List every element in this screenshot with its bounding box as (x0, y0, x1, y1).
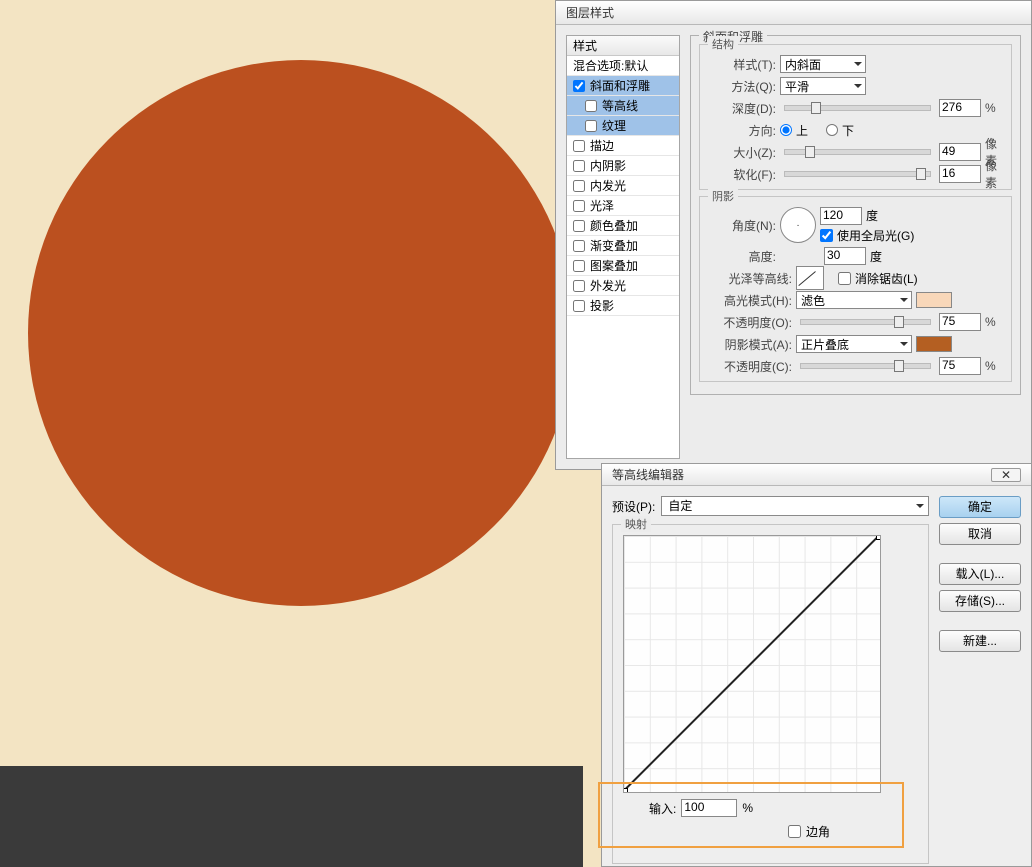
depth-input[interactable]: 276 (939, 99, 981, 117)
contour-editor-dialog: 等高线编辑器 ✕ 预设(P): 自定 映射 输入: 100 % (601, 463, 1032, 867)
outer-glow-row[interactable]: 外发光 (567, 276, 679, 296)
close-icon[interactable]: ✕ (991, 468, 1021, 482)
load-button[interactable]: 载入(L)... (939, 563, 1021, 585)
styles-header: 样式 (567, 36, 679, 56)
satin-row[interactable]: 光泽 (567, 196, 679, 216)
drop-shadow-row[interactable]: 投影 (567, 296, 679, 316)
contour-checkbox[interactable] (585, 100, 597, 112)
size-slider[interactable] (784, 149, 931, 155)
highlight-mode-select[interactable]: 滤色 (796, 291, 912, 309)
technique-select[interactable]: 平滑 (780, 77, 866, 95)
style-select[interactable]: 内斜面 (780, 55, 866, 73)
shadow-mode-label: 阴影模式(A): (706, 336, 792, 353)
gradient-overlay-checkbox[interactable] (573, 240, 585, 252)
status-bar (0, 766, 583, 867)
altitude-label: 高度: (706, 248, 776, 265)
shadow-mode-select[interactable]: 正片叠底 (796, 335, 912, 353)
gradient-overlay-row[interactable]: 渐变叠加 (567, 236, 679, 256)
contour-row[interactable]: 等高线 (567, 96, 679, 116)
shadow-color-swatch[interactable] (916, 336, 952, 352)
bevel-checkbox[interactable] (573, 80, 585, 92)
anti-alias-checkbox[interactable] (838, 272, 851, 285)
bevel-emboss-row[interactable]: 斜面和浮雕 (567, 76, 679, 96)
contour-input-value[interactable]: 100 (681, 799, 737, 817)
structure-label: 结构 (708, 36, 738, 52)
pattern-overlay-checkbox[interactable] (573, 260, 585, 272)
pattern-overlay-row[interactable]: 图案叠加 (567, 256, 679, 276)
shadow-opacity-label: 不透明度(C): (706, 358, 792, 375)
size-label: 大小(Z): (706, 144, 776, 161)
inner-shadow-checkbox[interactable] (573, 160, 585, 172)
stroke-checkbox[interactable] (573, 140, 585, 152)
highlight-opacity-label: 不透明度(O): (706, 314, 792, 331)
global-light-checkbox[interactable] (820, 229, 833, 242)
soften-input[interactable]: 16 (939, 165, 981, 183)
technique-label: 方法(Q): (706, 78, 776, 95)
shadow-opacity-slider[interactable] (800, 363, 931, 369)
input-label: 输入: (649, 800, 676, 817)
texture-checkbox[interactable] (585, 120, 597, 132)
artwork-circle (28, 60, 574, 606)
blending-options-row[interactable]: 混合选项:默认 (567, 56, 679, 76)
inner-glow-checkbox[interactable] (573, 180, 585, 192)
direction-down-radio[interactable] (826, 124, 838, 136)
depth-label: 深度(D): (706, 100, 776, 117)
drop-shadow-checkbox[interactable] (573, 300, 585, 312)
texture-row[interactable]: 纹理 (567, 116, 679, 136)
curve-node[interactable] (876, 535, 881, 540)
angle-input[interactable]: 120 (820, 207, 862, 225)
preset-select[interactable]: 自定 (661, 496, 929, 516)
soften-label: 软化(F): (706, 166, 776, 183)
highlight-mode-label: 高光模式(H): (706, 292, 792, 309)
mapping-label: 映射 (621, 516, 651, 532)
ok-button[interactable]: 确定 (939, 496, 1021, 518)
satin-checkbox[interactable] (573, 200, 585, 212)
contour-editor-title[interactable]: 等高线编辑器 ✕ (602, 464, 1031, 486)
dialog-title[interactable]: 图层样式 (556, 1, 1031, 25)
corner-checkbox[interactable] (788, 825, 801, 838)
layer-style-dialog: 图层样式 样式 混合选项:默认 斜面和浮雕 等高线 纹理 描边 内阴影 内发光 … (555, 0, 1032, 470)
contour-graph[interactable] (623, 535, 881, 793)
color-overlay-row[interactable]: 颜色叠加 (567, 216, 679, 236)
stroke-row[interactable]: 描边 (567, 136, 679, 156)
inner-glow-row[interactable]: 内发光 (567, 176, 679, 196)
outer-glow-checkbox[interactable] (573, 280, 585, 292)
highlight-opacity-input[interactable]: 75 (939, 313, 981, 331)
size-input[interactable]: 49 (939, 143, 981, 161)
angle-widget[interactable] (780, 207, 816, 243)
style-label: 样式(T): (706, 56, 776, 73)
bevel-settings-panel: 斜面和浮雕 结构 样式(T): 内斜面 方法(Q): 平滑 深度(D): 276 (690, 35, 1021, 459)
shadow-opacity-input[interactable]: 75 (939, 357, 981, 375)
save-button[interactable]: 存储(S)... (939, 590, 1021, 612)
cancel-button[interactable]: 取消 (939, 523, 1021, 545)
curve-node[interactable] (623, 788, 628, 793)
new-button[interactable]: 新建... (939, 630, 1021, 652)
shading-label: 阴影 (708, 188, 738, 204)
altitude-input[interactable]: 30 (824, 247, 866, 265)
soften-slider[interactable] (784, 171, 931, 177)
color-overlay-checkbox[interactable] (573, 220, 585, 232)
inner-shadow-row[interactable]: 内阴影 (567, 156, 679, 176)
preset-label: 预设(P): (612, 498, 655, 515)
angle-label: 角度(N): (706, 217, 776, 234)
direction-label: 方向: (706, 122, 776, 139)
styles-list: 样式 混合选项:默认 斜面和浮雕 等高线 纹理 描边 内阴影 内发光 光泽 颜色… (566, 35, 680, 459)
highlight-color-swatch[interactable] (916, 292, 952, 308)
highlight-opacity-slider[interactable] (800, 319, 931, 325)
gloss-contour-picker[interactable] (796, 266, 824, 290)
depth-slider[interactable] (784, 105, 931, 111)
canvas-area (0, 0, 583, 766)
gloss-contour-label: 光泽等高线: (706, 270, 792, 287)
direction-up-radio[interactable] (780, 124, 792, 136)
